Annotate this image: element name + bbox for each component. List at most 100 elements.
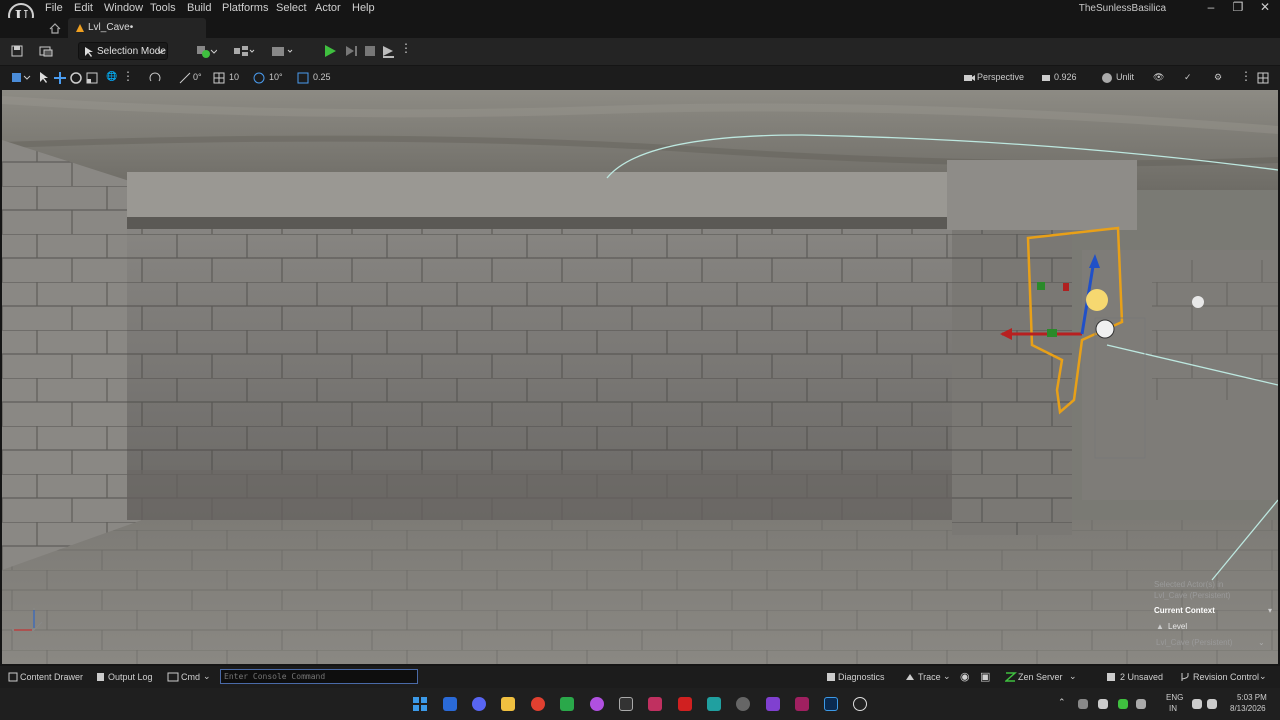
menu-platforms[interactable]: Platforms bbox=[222, 2, 268, 14]
clock-time[interactable]: 5:03 PM bbox=[1237, 693, 1267, 702]
grid-snap-value[interactable]: 10 bbox=[229, 72, 239, 82]
menu-build[interactable]: Build bbox=[187, 2, 211, 14]
output-log-button[interactable]: Output Log bbox=[108, 672, 153, 682]
unreal-engine-icon[interactable] bbox=[853, 697, 867, 711]
github-icon[interactable] bbox=[590, 697, 604, 711]
scale-snap-icon[interactable] bbox=[296, 71, 310, 85]
onenote-icon[interactable] bbox=[766, 697, 780, 711]
zen-server-dropdown[interactable]: Zen Server bbox=[1018, 672, 1063, 682]
realtime-icon[interactable]: ✓ bbox=[1184, 72, 1192, 83]
unsaved-button[interactable]: 2 Unsaved bbox=[1120, 672, 1163, 682]
pdf-icon[interactable] bbox=[678, 697, 692, 711]
view-mode-dropdown[interactable]: Perspective bbox=[977, 72, 1024, 82]
menu-edit[interactable]: Edit bbox=[74, 2, 93, 14]
more-options-icon[interactable]: ⋮ bbox=[400, 41, 412, 59]
language-region: IN bbox=[1169, 704, 1177, 713]
scale-snap-value[interactable]: 0.25 bbox=[313, 72, 331, 82]
record-icon[interactable]: ◉ bbox=[960, 670, 970, 683]
level-tab[interactable]: Lvl_Cave• bbox=[68, 18, 206, 38]
menu-help[interactable]: Help bbox=[352, 2, 375, 14]
home-tab[interactable] bbox=[44, 18, 66, 38]
scale-tool-icon[interactable] bbox=[85, 71, 99, 85]
menu-tools[interactable]: Tools bbox=[150, 2, 176, 14]
content-browser-icon[interactable] bbox=[38, 44, 54, 58]
hdr-app-icon[interactable] bbox=[795, 697, 809, 711]
grid-snap-icon[interactable] bbox=[212, 71, 226, 85]
angle-snap-value[interactable]: 10° bbox=[269, 72, 283, 82]
snap-value[interactable]: 0° bbox=[193, 72, 202, 82]
eject-icon[interactable] bbox=[380, 43, 396, 59]
copilot-icon[interactable] bbox=[736, 697, 750, 711]
transform-menu-icon[interactable] bbox=[10, 71, 32, 85]
content-drawer-button[interactable]: Content Drawer bbox=[20, 672, 83, 682]
close-icon[interactable]: ✕ bbox=[1252, 0, 1278, 16]
move-tool-icon[interactable] bbox=[53, 71, 67, 85]
rotate-tool-icon[interactable] bbox=[69, 71, 83, 85]
app-icon[interactable] bbox=[648, 697, 662, 711]
lighting-mode-dropdown[interactable]: Unlit bbox=[1116, 72, 1134, 82]
file-explorer-icon[interactable] bbox=[501, 697, 515, 711]
chrome-icon[interactable] bbox=[531, 697, 545, 711]
wifi-icon[interactable] bbox=[1192, 699, 1202, 709]
screenshot-icon[interactable]: ▣ bbox=[980, 670, 990, 683]
chevron-up-icon[interactable]: ⌃ bbox=[1058, 697, 1066, 708]
diagnostics-button[interactable]: Diagnostics bbox=[838, 672, 885, 682]
tray-icon[interactable] bbox=[1078, 699, 1088, 709]
terminal-icon[interactable] bbox=[619, 697, 633, 711]
show-flags-icon[interactable]: 👁 bbox=[1153, 72, 1164, 83]
play-icon[interactable] bbox=[322, 43, 338, 59]
rotate-snap-icon[interactable] bbox=[178, 71, 192, 85]
save-icon[interactable] bbox=[10, 44, 24, 58]
add-actor-icon[interactable] bbox=[195, 44, 217, 58]
menu-window[interactable]: Window bbox=[104, 2, 143, 14]
select-tool-icon[interactable] bbox=[38, 71, 50, 85]
cinematics-icon[interactable] bbox=[270, 44, 294, 58]
surface-snap-icon[interactable] bbox=[148, 71, 162, 85]
chevron-down-icon[interactable]: ⌄ bbox=[943, 671, 951, 682]
chevron-down-icon[interactable]: ⌄ bbox=[1258, 638, 1265, 647]
volume-icon[interactable] bbox=[1207, 699, 1217, 709]
language-indicator[interactable]: ENG bbox=[1166, 693, 1183, 702]
level-tab-label: Lvl_Cave• bbox=[88, 22, 134, 33]
trace-dropdown[interactable]: Trace bbox=[918, 672, 941, 682]
tray-icon[interactable] bbox=[1098, 699, 1108, 709]
current-context-header: Current Context bbox=[1154, 606, 1215, 615]
revision-control-dropdown[interactable]: Revision Control bbox=[1193, 672, 1259, 682]
photoshop-icon[interactable] bbox=[824, 697, 838, 711]
blueprint-icon[interactable] bbox=[232, 44, 256, 58]
tray-icon[interactable] bbox=[1118, 699, 1128, 709]
level-dropdown[interactable]: Lvl_Cave (Persistent) bbox=[1156, 638, 1232, 647]
menu-file[interactable]: File bbox=[45, 2, 63, 14]
selection-mode-dropdown[interactable]: Selection Mode bbox=[78, 42, 168, 60]
tray-icon[interactable] bbox=[1136, 699, 1146, 709]
chevron-down-icon[interactable]: ▾ bbox=[1268, 606, 1272, 615]
world-icon[interactable]: 🌐 bbox=[106, 71, 117, 82]
angle-snap-icon[interactable] bbox=[252, 71, 266, 85]
outlook-icon[interactable] bbox=[443, 697, 457, 711]
project-name: TheSunlessBasilica bbox=[1078, 3, 1166, 14]
windows-start-icon[interactable] bbox=[412, 696, 428, 712]
more-options-icon[interactable]: ⋮ bbox=[1240, 69, 1252, 83]
discord-icon[interactable] bbox=[472, 697, 486, 711]
maximize-icon[interactable]: ❐ bbox=[1225, 0, 1251, 16]
settings-icon[interactable]: ⚙ bbox=[1214, 72, 1222, 83]
level-viewport[interactable]: Selected Actor(s) in Lvl_Cave (Persisten… bbox=[2, 90, 1278, 664]
current-context-panel: Selected Actor(s) in Lvl_Cave (Persisten… bbox=[1152, 578, 1276, 652]
chevron-down-icon[interactable]: ⌄ bbox=[1259, 671, 1267, 682]
cmd-dropdown[interactable]: Cmd bbox=[181, 672, 200, 682]
excel-icon[interactable] bbox=[560, 697, 574, 711]
camera-speed-value[interactable]: 0.926 bbox=[1054, 72, 1077, 82]
stop-icon[interactable] bbox=[362, 43, 378, 59]
mode-label: Selection Mode bbox=[97, 46, 166, 57]
step-icon[interactable] bbox=[343, 43, 359, 59]
store-icon[interactable] bbox=[707, 697, 721, 711]
chevron-down-icon[interactable]: ⌄ bbox=[1069, 671, 1077, 682]
minimize-icon[interactable]: – bbox=[1198, 0, 1224, 16]
menu-select[interactable]: Select bbox=[276, 2, 307, 14]
chevron-down-icon[interactable]: ⌄ bbox=[203, 671, 211, 682]
layout-icon[interactable] bbox=[1257, 72, 1269, 84]
more-options-icon[interactable]: ⋮ bbox=[122, 69, 134, 83]
console-command-input[interactable] bbox=[220, 669, 418, 684]
menu-actor[interactable]: Actor bbox=[315, 2, 341, 14]
clock-date[interactable]: 8/13/2026 bbox=[1230, 704, 1266, 713]
